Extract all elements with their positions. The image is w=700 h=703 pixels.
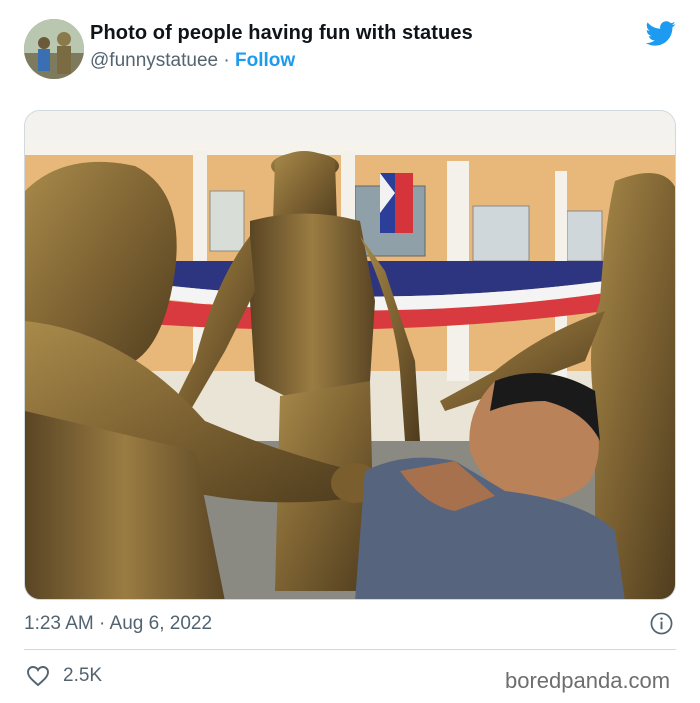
avatar-image	[24, 19, 84, 79]
heart-icon[interactable]	[26, 665, 50, 687]
follow-button[interactable]: Follow	[235, 50, 295, 71]
avatar[interactable]	[24, 19, 84, 79]
handle[interactable]: @funnystatuee	[90, 50, 218, 71]
tweet-card: Photo of people having fun with statues …	[0, 0, 700, 703]
timestamp[interactable]: 1:23 AM · Aug 6, 2022	[24, 613, 212, 635]
info-icon[interactable]	[650, 612, 673, 635]
tweet-photo[interactable]	[24, 110, 676, 600]
watermark: boredpanda.com	[505, 668, 671, 693]
divider	[24, 649, 676, 650]
statues-photo	[25, 111, 675, 599]
twitter-bird-icon[interactable]	[644, 18, 678, 48]
like-count[interactable]: 2.5K	[63, 665, 102, 687]
display-name[interactable]: Photo of people having fun with statues	[90, 22, 473, 45]
handle-row: @funnystatuee · Follow	[90, 50, 295, 72]
separator: ·	[218, 50, 235, 71]
